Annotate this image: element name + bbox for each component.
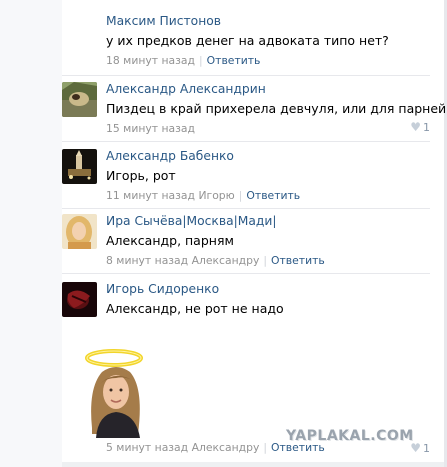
comment-meta: 18 минут назад | Ответить: [106, 54, 261, 67]
angel-halo-image: [85, 349, 143, 438]
like-count: 1: [423, 442, 430, 455]
comment-author-link[interactable]: Игорь Сидоренко: [106, 282, 430, 297]
reply-link[interactable]: Ответить: [207, 54, 261, 67]
comment-text: Александр, не рот не надо: [106, 301, 284, 316]
comment-author-link[interactable]: Александр Бабенко: [106, 149, 430, 164]
comment-item: Александр Бабенко Игорь, рот 11 минут на…: [62, 149, 430, 204]
comment-divider: [62, 273, 430, 274]
reply-recipient[interactable]: Александру: [192, 441, 260, 454]
comment-text: Александр, парням: [106, 233, 234, 248]
avatar[interactable]: [62, 282, 97, 317]
comment-divider: [62, 141, 430, 142]
comment-item: Александр Александрин Пиздец в край прих…: [62, 82, 447, 142]
avatar[interactable]: [62, 82, 97, 117]
left-gutter: [0, 0, 62, 467]
comment-author-link[interactable]: Ира Сычёва|Москва|Мади|: [106, 214, 430, 229]
heart-icon: ♥: [410, 120, 421, 134]
avatar-image: [62, 214, 97, 249]
comment-item: Максим Пистонов у их предков денег на ад…: [62, 14, 430, 74]
comment-time[interactable]: 5 минут назад: [106, 441, 188, 454]
watermark-logo: YAPLAKAL.COM: [286, 428, 414, 444]
bottom-divider: [62, 462, 444, 467]
comment-divider: [62, 208, 430, 209]
comment-item: Ира Сычёва|Москва|Мади| Александр, парня…: [62, 214, 430, 272]
reply-link[interactable]: Ответить: [246, 189, 300, 202]
comment-time[interactable]: 11 минут назад: [106, 189, 195, 202]
comment-time[interactable]: 15 минут назад: [106, 122, 195, 135]
like-button[interactable]: ♥ 1: [410, 120, 430, 134]
comment-time[interactable]: 8 минут назад: [106, 254, 188, 267]
reply-link[interactable]: Ответить: [271, 254, 325, 267]
comment-meta: 8 минут назад Александру | Ответить: [106, 254, 325, 267]
comment-author-link[interactable]: Максим Пистонов: [106, 14, 430, 29]
comment-author-link[interactable]: Александр Александрин: [106, 82, 430, 97]
comment-time[interactable]: 18 минут назад: [106, 54, 195, 67]
reply-recipient[interactable]: Александру: [192, 254, 260, 267]
comment-text: у их предков денег на адвоката типо нет?: [106, 33, 389, 48]
comment-text: Игорь, рот: [106, 168, 176, 183]
comment-text: Пиздец в край прихерела девчуля, или для…: [106, 101, 447, 116]
avatar-image: [62, 282, 97, 317]
avatar-image: [62, 149, 97, 184]
avatar-image: [62, 82, 97, 117]
like-count: 1: [423, 121, 430, 134]
comment-divider: [62, 75, 430, 76]
angel-girl-sticker: [84, 348, 162, 438]
reply-recipient[interactable]: Игорю: [198, 189, 234, 202]
comment-meta: 11 минут назад Игорю | Ответить: [106, 189, 301, 202]
avatar[interactable]: [62, 214, 97, 249]
comment-meta: 15 минут назад: [106, 122, 430, 136]
avatar[interactable]: [62, 149, 97, 184]
